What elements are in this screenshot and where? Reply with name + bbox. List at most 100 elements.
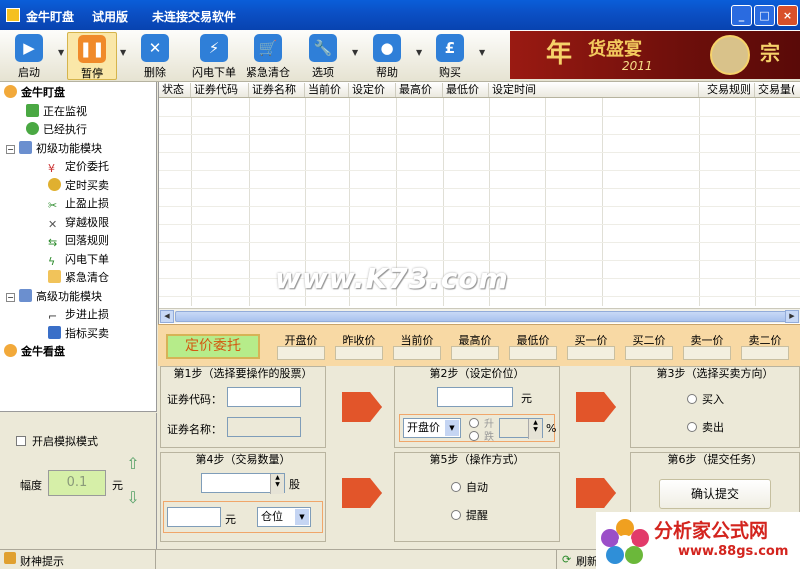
emergency-clear-label: 紧急清仓: [246, 66, 290, 79]
tree-item-step-stop-loss[interactable]: ⌐ 步进止损: [4, 306, 156, 325]
tree-item-pullback-rule[interactable]: ⇆ 回落规则: [4, 232, 156, 251]
sell-radio[interactable]: 卖出: [687, 419, 724, 435]
pause-button[interactable]: ❚❚ 暂停: [67, 32, 117, 80]
col-trade-rule[interactable]: 交易规则: [699, 83, 755, 97]
radio[interactable]: [469, 431, 479, 441]
delete-button[interactable]: ✕ 删除: [130, 32, 180, 80]
price-input[interactable]: [437, 387, 513, 407]
sim-mode-checkbox[interactable]: 开启模拟模式: [16, 433, 98, 449]
help-button[interactable]: ● 帮助: [362, 32, 412, 80]
pause-dropdown-icon[interactable]: ▼: [120, 48, 128, 57]
name-label: 证券名称：: [167, 423, 222, 436]
remind-radio[interactable]: 提醒: [451, 507, 488, 523]
tree-root-jinniu-dingpan[interactable]: 金牛盯盘: [4, 84, 156, 103]
tree-item-monitoring[interactable]: 正在监视: [4, 103, 156, 122]
fall-radio[interactable]: 跌: [469, 428, 494, 443]
price-type-select[interactable]: 开盘价 ▼: [403, 418, 461, 438]
collapse-icon[interactable]: −: [6, 144, 15, 154]
start-button[interactable]: ▶ 启动: [4, 32, 54, 80]
tree-root-label: 金牛盯盘: [21, 86, 65, 99]
tree-item-flash-order[interactable]: ϟ 闪电下单: [4, 251, 156, 270]
buy-button[interactable]: £ 购买: [425, 32, 475, 80]
tree-item-stop-profit-loss[interactable]: ✂ 止盈止损: [4, 195, 156, 214]
tree-item-fixed-price-order[interactable]: ¥ 定价委托: [4, 158, 156, 177]
app-icon: [6, 8, 20, 22]
col-volume[interactable]: 交易量(: [755, 83, 800, 97]
tree-item-emergency-clear[interactable]: 紧急清仓: [4, 269, 156, 288]
crown-icon: [48, 270, 61, 283]
tree-item-label: 定价委托: [65, 160, 109, 173]
tree-item-executed[interactable]: 已经执行: [4, 121, 156, 140]
radio[interactable]: [451, 482, 461, 492]
col-high[interactable]: 最高价: [396, 83, 443, 97]
step3-title: 第3步（选择买卖方向）: [656, 367, 774, 380]
decrease-arrow-icon[interactable]: ⇩: [124, 489, 142, 507]
percent-sign: %: [546, 422, 557, 435]
col-status[interactable]: 状态: [159, 83, 191, 97]
remind-label: 提醒: [466, 509, 488, 522]
pause-icon: ❚❚: [78, 35, 106, 63]
collapse-icon[interactable]: −: [6, 292, 15, 302]
col-set-time[interactable]: 设定时间: [489, 83, 699, 97]
chevron-down-icon[interactable]: ▼: [295, 509, 309, 525]
scroll-thumb[interactable]: [175, 311, 791, 322]
radio[interactable]: [451, 510, 461, 520]
spin-icon[interactable]: ▲ ▼: [528, 419, 542, 439]
emergency-clear-button[interactable]: 🛒 紧急清仓: [242, 32, 294, 80]
buy-radio[interactable]: 买入: [687, 391, 724, 407]
range-value-input[interactable]: 0.1: [48, 470, 106, 496]
col-current-price[interactable]: 当前价: [305, 83, 349, 97]
checkbox[interactable]: [16, 436, 26, 446]
refresh-label[interactable]: 刷新: [576, 553, 598, 569]
quote-value-prev-close: [335, 346, 383, 360]
close-button[interactable]: ×: [777, 5, 798, 26]
scroll-right-icon[interactable]: ▶: [785, 310, 799, 323]
col-code[interactable]: 证券代码: [191, 83, 249, 97]
mode-display-button[interactable]: 定价委托: [166, 334, 260, 359]
yen-icon: ¥: [48, 162, 61, 175]
radio[interactable]: [469, 418, 479, 428]
options-button[interactable]: 🔧 选项: [298, 32, 348, 80]
share-quantity-input[interactable]: ▲ ▼: [201, 473, 285, 494]
spin-icon[interactable]: ▲ ▼: [270, 474, 284, 494]
amount-input[interactable]: [167, 507, 221, 527]
minimize-button[interactable]: _: [731, 5, 752, 26]
confirm-submit-button[interactable]: 确认提交: [659, 479, 771, 509]
code-input[interactable]: [227, 387, 301, 407]
refresh-icon[interactable]: ⟳: [562, 553, 571, 566]
help-dropdown-icon[interactable]: ▼: [416, 48, 424, 57]
tree-item-label: 正在监视: [43, 104, 87, 118]
auto-radio[interactable]: 自动: [451, 479, 488, 495]
tree-item-timed-trade[interactable]: 定时买卖: [4, 177, 156, 196]
options-dropdown-icon[interactable]: ▼: [352, 48, 360, 57]
tree-item-indicator-trade[interactable]: 指标买卖: [4, 325, 156, 344]
quote-value-bid1: [567, 346, 615, 360]
col-set-price[interactable]: 设定价: [349, 83, 396, 97]
tree-item-advanced-module[interactable]: − 高级功能模块: [4, 288, 156, 307]
buy-label: 购买: [439, 66, 461, 79]
tree-root-jinniu-kanpan[interactable]: 金牛看盘: [4, 343, 156, 362]
horizontal-scrollbar[interactable]: ◀ ▶: [159, 308, 800, 323]
flash-order-button[interactable]: ⚡ 闪电下单: [188, 32, 240, 80]
position-select[interactable]: 仓位 ▼: [257, 507, 311, 527]
chevron-down-icon[interactable]: ▼: [445, 420, 459, 436]
buy-dropdown-icon[interactable]: ▼: [479, 48, 487, 57]
flower-logo-icon: [601, 519, 649, 564]
tree-item-cross-limit[interactable]: ✕ 穿越极限: [4, 214, 156, 233]
increase-arrow-icon[interactable]: ⇧: [124, 455, 142, 473]
scroll-left-icon[interactable]: ◀: [160, 310, 174, 323]
ad-banner[interactable]: 年 货盛宴 2011 宗: [510, 31, 800, 79]
col-name[interactable]: 证券名称: [249, 83, 305, 97]
amount-unit: 元: [225, 513, 236, 526]
quote-value-open: [277, 346, 325, 360]
tree-item-label: 指标买卖: [65, 326, 109, 340]
maximize-button[interactable]: □: [754, 5, 775, 26]
tree-item-basic-module[interactable]: − 初级功能模块: [4, 140, 156, 159]
radio[interactable]: [687, 394, 697, 404]
percent-input[interactable]: ▲ ▼: [499, 418, 543, 439]
col-low[interactable]: 最低价: [443, 83, 489, 97]
start-dropdown-icon[interactable]: ▼: [58, 48, 66, 57]
price-unit: 元: [521, 392, 532, 405]
radio[interactable]: [687, 422, 697, 432]
banner-big-char: 年: [546, 39, 573, 69]
